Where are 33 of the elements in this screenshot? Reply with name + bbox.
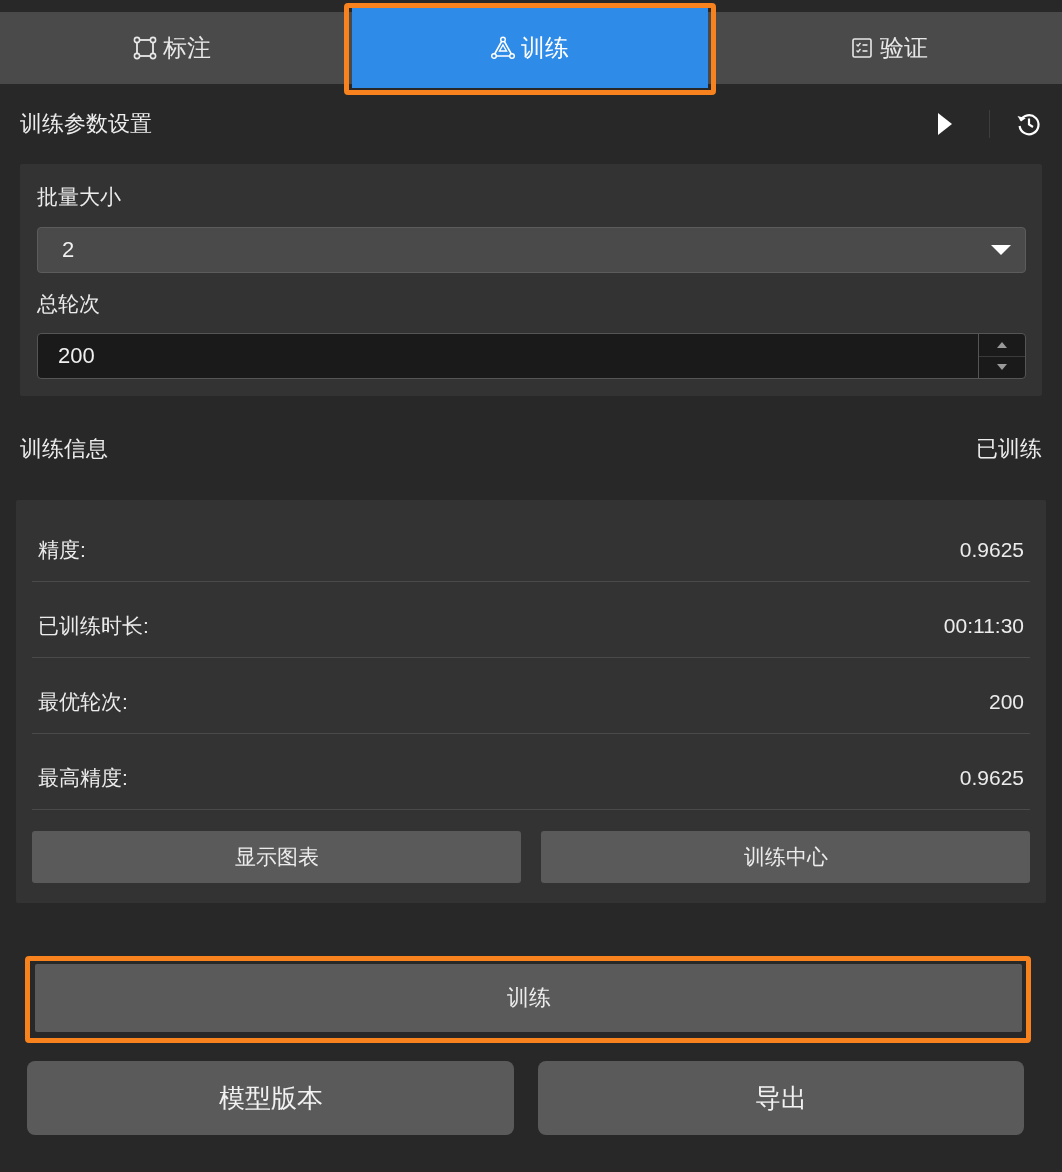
play-icon bbox=[937, 112, 953, 136]
metric-label: 最优轮次: bbox=[38, 689, 128, 715]
tab[interactable]: 验证 bbox=[716, 12, 1062, 84]
field-label: 总轮次 bbox=[37, 291, 100, 317]
history-icon bbox=[1016, 111, 1042, 137]
play-button[interactable] bbox=[937, 112, 953, 136]
metric-label: 已训练时长: bbox=[38, 613, 149, 639]
tab[interactable]: 标注 bbox=[0, 12, 344, 84]
field-label: 批量大小 bbox=[37, 184, 121, 210]
action-button[interactable]: 显示图表 bbox=[32, 831, 521, 883]
metric-label: 精度: bbox=[38, 537, 86, 563]
metric-value: 0.9625 bbox=[959, 765, 1024, 791]
metric-value: 0.9625 bbox=[959, 537, 1024, 563]
caret-up-icon bbox=[997, 341, 1007, 348]
bounding-box-icon bbox=[133, 36, 157, 60]
tab[interactable]: 训练 bbox=[352, 8, 708, 88]
triangle-nodes-icon bbox=[491, 36, 515, 60]
metric-value: 00:11:30 bbox=[943, 613, 1024, 639]
section-title: 训练信息 bbox=[20, 435, 108, 463]
train-button[interactable]: 训练 bbox=[35, 964, 1022, 1032]
history-button[interactable] bbox=[1016, 111, 1042, 137]
metric-value: 200 bbox=[988, 689, 1024, 715]
caret-down-icon bbox=[991, 245, 1011, 255]
status-text: 已训练 bbox=[976, 435, 1042, 463]
action-button[interactable]: 训练中心 bbox=[541, 831, 1030, 883]
number-input[interactable]: 200 bbox=[37, 333, 1026, 379]
action-button[interactable]: 模型版本 bbox=[27, 1061, 514, 1135]
action-button[interactable]: 导出 bbox=[538, 1061, 1024, 1135]
checklist-icon bbox=[850, 36, 874, 60]
dropdown[interactable]: 2 bbox=[37, 227, 1026, 273]
metric-label: 最高精度: bbox=[38, 765, 128, 791]
caret-down-icon bbox=[997, 364, 1007, 371]
section-title: 训练参数设置 bbox=[20, 110, 152, 138]
